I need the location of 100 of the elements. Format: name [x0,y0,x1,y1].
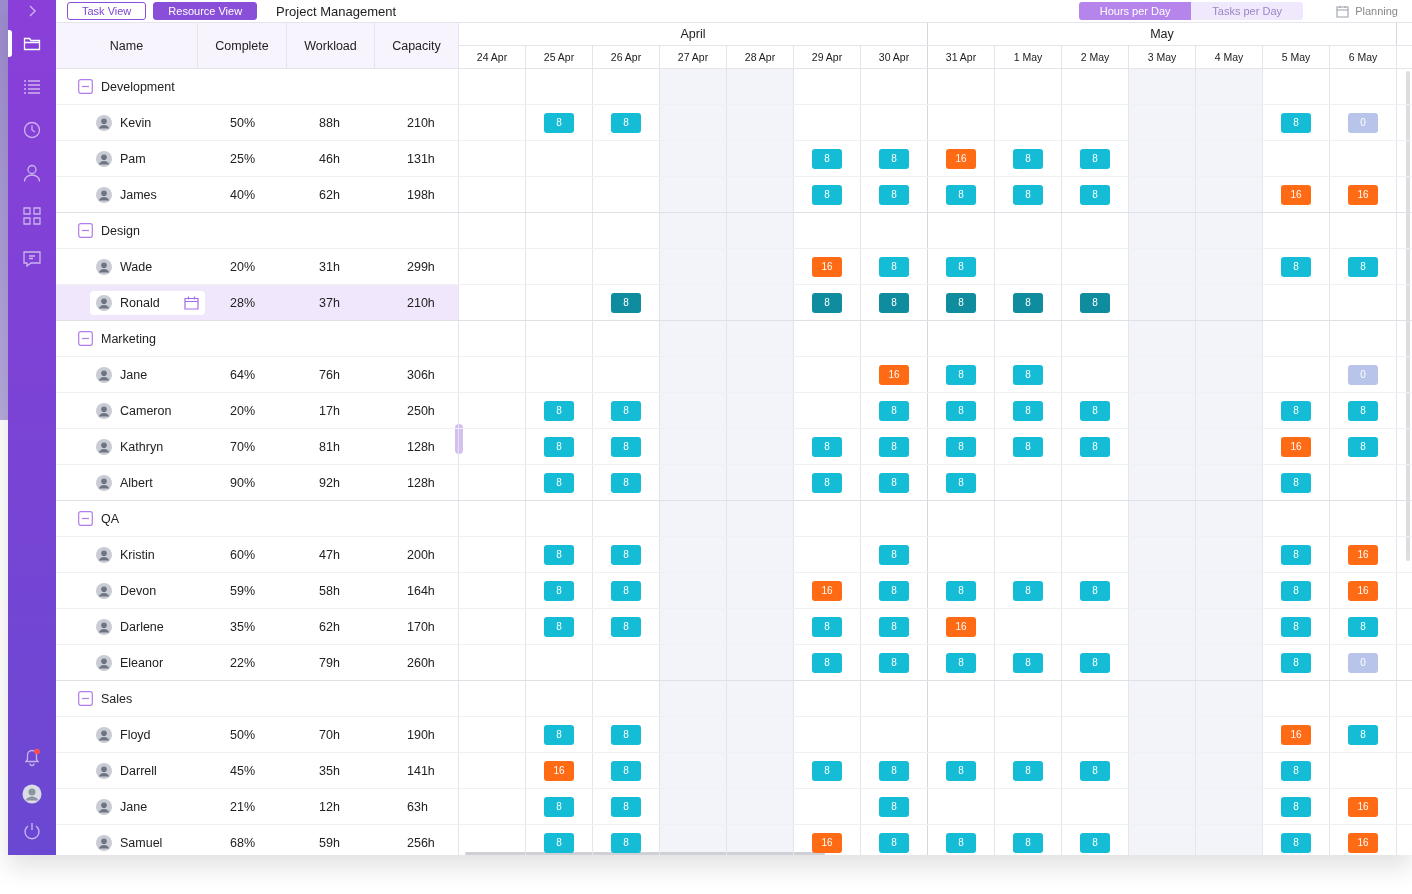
resource-row[interactable]: Darlene 35% 62h 170h [56,609,459,644]
hours-pill[interactable]: 8 [1281,400,1311,421]
resource-row[interactable]: James 40% 62h 198h [56,177,459,212]
hours-pill[interactable]: 16 [946,148,976,169]
hours-pill[interactable]: 8 [1281,796,1311,817]
collapse-icon[interactable] [78,511,93,526]
hours-pill[interactable]: 8 [946,580,976,601]
hours-pill[interactable]: 16 [1348,796,1378,817]
collapse-icon[interactable] [78,331,93,346]
hours-pill[interactable]: 8 [544,832,574,853]
hours-pill[interactable]: 8 [1080,652,1110,673]
hours-pill[interactable]: 8 [1080,184,1110,205]
hours-pill[interactable]: 8 [611,760,641,781]
hours-pill[interactable]: 16 [812,580,842,601]
hours-pill[interactable]: 8 [544,580,574,601]
resource-row[interactable]: Eleanor 22% 79h 260h [56,645,459,680]
hours-pill[interactable]: 8 [1281,112,1311,133]
hours-pill[interactable]: 8 [544,544,574,565]
hours-pill[interactable]: 8 [1013,760,1043,781]
hours-pill[interactable]: 8 [611,472,641,493]
hours-pill[interactable]: 8 [879,472,909,493]
hours-pill[interactable]: 8 [611,580,641,601]
hours-pill[interactable]: 8 [1080,832,1110,853]
resource-row[interactable]: Wade 20% 31h 299h [56,249,459,284]
hours-pill[interactable]: 8 [1281,472,1311,493]
hours-pill[interactable]: 8 [1013,148,1043,169]
hours-pill[interactable]: 16 [1281,724,1311,745]
hours-pill[interactable]: 8 [1348,616,1378,637]
hours-pill[interactable]: 8 [812,616,842,637]
resource-row[interactable]: Pam 25% 46h 131h [56,141,459,176]
hours-pill[interactable]: 8 [1281,832,1311,853]
hours-pill[interactable]: 8 [812,760,842,781]
hours-pill[interactable]: 8 [1013,184,1043,205]
hours-pill[interactable]: 8 [1281,616,1311,637]
resource-row[interactable]: Ronald 28% 37h 210h [56,285,459,320]
hours-pill[interactable]: 8 [544,724,574,745]
hours-pill[interactable]: 16 [946,616,976,637]
mode-tab[interactable]: Tasks per Day [1191,2,1304,20]
resource-row[interactable]: Jane 64% 76h 306h [56,357,459,392]
hours-pill[interactable]: 8 [879,796,909,817]
hours-pill[interactable]: 16 [544,760,574,781]
hours-pill[interactable]: 16 [812,832,842,853]
hours-pill[interactable]: 8 [879,760,909,781]
hours-pill[interactable]: 8 [1080,760,1110,781]
resource-row[interactable]: Albert 90% 92h 128h [56,465,459,500]
hours-pill[interactable]: 8 [1013,436,1043,457]
collapse-icon[interactable] [78,223,93,238]
hours-pill[interactable]: 8 [1080,400,1110,421]
collapse-icon[interactable] [78,691,93,706]
hours-pill[interactable]: 8 [812,184,842,205]
hours-pill[interactable]: 8 [946,760,976,781]
hours-pill[interactable]: 0 [1348,112,1378,133]
hours-pill[interactable]: 8 [879,256,909,277]
hours-pill[interactable]: 8 [812,148,842,169]
hours-pill[interactable]: 16 [1348,544,1378,565]
hours-pill[interactable]: 16 [812,256,842,277]
hours-pill[interactable]: 8 [1348,724,1378,745]
hours-pill[interactable]: 8 [1013,364,1043,385]
hours-pill[interactable]: 8 [946,472,976,493]
hours-pill[interactable]: 8 [1080,292,1110,313]
calendar-icon[interactable] [183,295,199,310]
hours-pill[interactable]: 8 [879,400,909,421]
hours-pill[interactable]: 8 [611,112,641,133]
collapse-icon[interactable] [78,79,93,94]
resource-row[interactable]: Jane 21% 12h 63h [56,789,459,824]
hours-pill[interactable]: 8 [1281,760,1311,781]
resource-row[interactable]: Darrell 45% 35h 141h [56,753,459,788]
hours-pill[interactable]: 8 [946,652,976,673]
hours-pill[interactable]: 8 [946,832,976,853]
hours-pill[interactable]: 16 [1281,436,1311,457]
hours-pill[interactable]: 8 [611,832,641,853]
hours-pill[interactable]: 8 [946,292,976,313]
hours-pill[interactable]: 8 [812,292,842,313]
hours-pill[interactable]: 16 [1348,580,1378,601]
hours-pill[interactable]: 8 [946,436,976,457]
hours-pill[interactable]: 8 [544,436,574,457]
hours-pill[interactable]: 8 [1281,256,1311,277]
hours-pill[interactable]: 8 [879,436,909,457]
resource-row[interactable]: Samuel 68% 59h 256h [56,825,459,855]
hours-pill[interactable]: 8 [1080,580,1110,601]
hours-pill[interactable]: 8 [879,184,909,205]
hours-pill[interactable]: 16 [1281,184,1311,205]
resource-row[interactable]: Floyd 50% 70h 190h [56,717,459,752]
hours-pill[interactable]: 8 [946,364,976,385]
hours-pill[interactable]: 8 [544,400,574,421]
hours-pill[interactable]: 8 [1080,436,1110,457]
hours-pill[interactable]: 8 [1013,832,1043,853]
hours-pill[interactable]: 8 [812,436,842,457]
hours-pill[interactable]: 8 [946,256,976,277]
view-button[interactable]: Task View [67,2,147,20]
scrollbar-thumb[interactable] [1406,71,1410,561]
resource-row[interactable]: Kevin 50% 88h 210h [56,105,459,140]
hours-pill[interactable]: 8 [544,796,574,817]
hours-pill[interactable]: 8 [879,832,909,853]
hours-pill[interactable]: 8 [611,724,641,745]
hours-pill[interactable]: 8 [1281,580,1311,601]
hours-pill[interactable]: 8 [544,616,574,637]
resource-row[interactable]: Devon 59% 58h 164h [56,573,459,608]
hours-pill[interactable]: 8 [1013,580,1043,601]
resource-row[interactable]: Cameron 20% 17h 250h [56,393,459,428]
